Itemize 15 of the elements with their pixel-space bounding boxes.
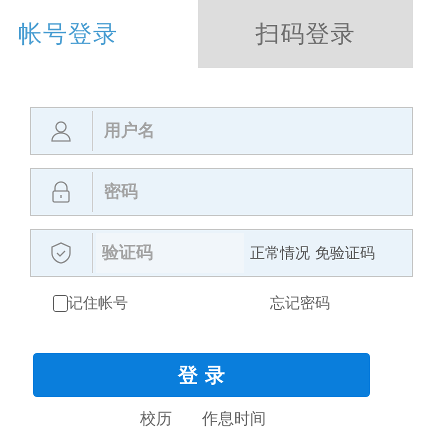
footer-link[interactable]: 作息时间 [202, 409, 266, 430]
text-input[interactable]: 密码 [102, 181, 412, 203]
checkbox[interactable] [53, 294, 68, 312]
text-input[interactable]: 用户名 [102, 120, 412, 142]
input-field[interactable]: 用户名 [30, 107, 413, 155]
forgot-password-link[interactable]: 忘记密码 [270, 294, 330, 312]
tab[interactable]: 扫码登录 [198, 0, 413, 68]
login-button[interactable]: 登 录 [33, 353, 370, 397]
footer-link[interactable]: 校历 [140, 409, 172, 430]
input-field[interactable]: 密码 [30, 168, 413, 216]
person-icon [49, 119, 73, 143]
tab[interactable]: 帐号登录 [0, 0, 198, 68]
hint-text: 正常情况 免验证码 [250, 244, 375, 262]
checkbox-label[interactable]: 记住帐号 [68, 294, 128, 312]
shield-check-icon [49, 241, 73, 265]
